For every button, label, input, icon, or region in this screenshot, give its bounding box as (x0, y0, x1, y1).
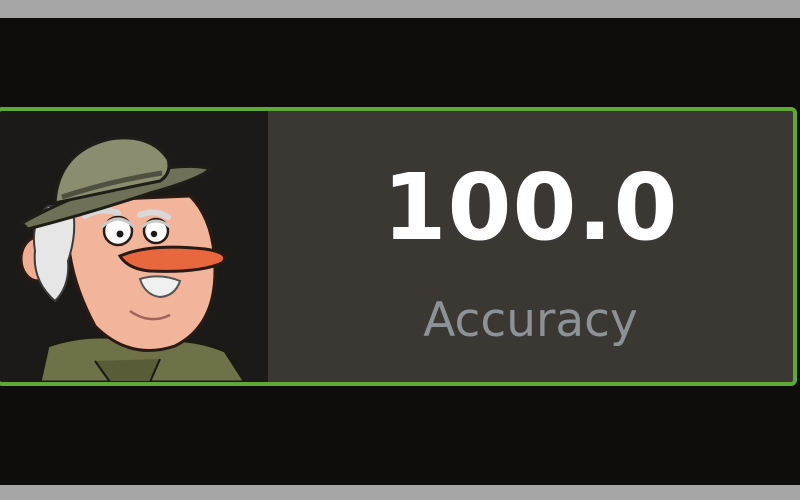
accuracy-score: 100.0 (382, 154, 679, 261)
accuracy-label: Accuracy (423, 293, 638, 348)
stat-card: 100.0 Accuracy (0, 107, 797, 386)
avatar (0, 111, 268, 382)
stage-background: 100.0 Accuracy (0, 18, 800, 485)
old-man-avatar-icon (19, 136, 247, 382)
stats-panel: 100.0 Accuracy (268, 111, 793, 382)
